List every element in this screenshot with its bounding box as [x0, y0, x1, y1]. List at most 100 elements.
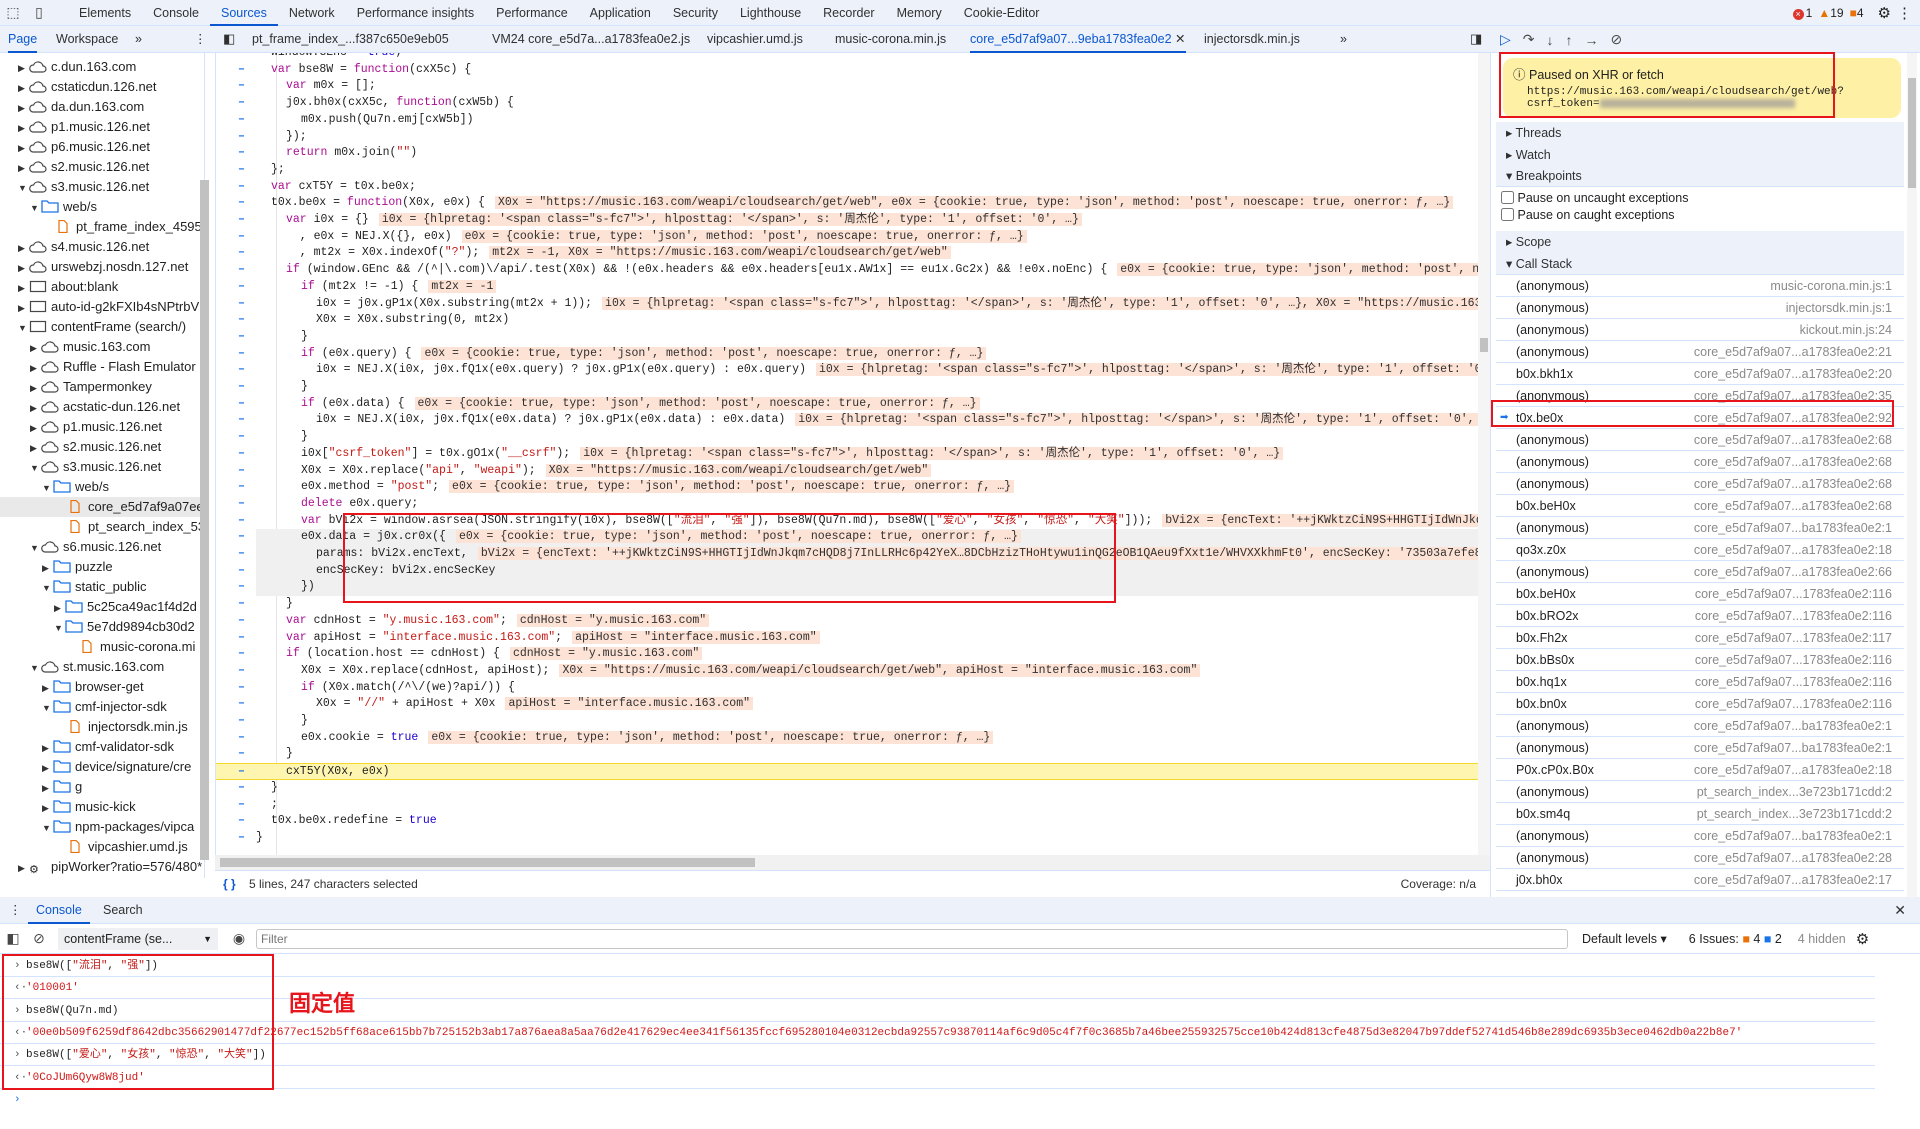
code-line[interactable]: – e0x.cookie = true e0x = {cookie: true, t… — [216, 730, 1479, 747]
tree-item[interactable]: ▶ Ruffle - Flash Emulator — [0, 357, 204, 377]
breakpoint-gutter-marker[interactable]: – — [238, 145, 245, 162]
breakpoint-gutter-marker[interactable]: – — [238, 813, 245, 830]
breakpoint-gutter-marker[interactable]: – — [238, 680, 245, 697]
collapsed-arrow-icon[interactable]: ▶ — [30, 358, 41, 377]
breakpoint-gutter-marker[interactable]: – — [238, 429, 245, 446]
call-frame-location[interactable]: core_e5d7af9a07...1783fea0e2:116 — [1695, 693, 1892, 715]
call-frame-location[interactable]: injectorsdk.min.js:1 — [1786, 297, 1892, 319]
collapsed-arrow-icon[interactable]: ▶ — [42, 558, 53, 577]
call-frame[interactable]: (anonymous) pt_search_index...3e723b171cd… — [1496, 781, 1904, 803]
call-frame[interactable]: (anonymous) injectorsdk.min.js:1 — [1496, 297, 1904, 319]
tree-item[interactable]: core_e5d7af9a07ee — [0, 497, 204, 517]
tree-item[interactable]: ▼ s3.music.126.net — [0, 457, 204, 477]
code-line[interactable]: – var m0x = []; — [216, 78, 1479, 95]
toggle-debugger-icon[interactable]: ◨ — [1470, 26, 1482, 53]
collapsed-arrow-icon[interactable]: ▶ — [18, 98, 29, 117]
code-editor[interactable]: – window.GEnc = true; – var bse8W = functio… — [215, 53, 1490, 855]
call-frame[interactable]: ➡ t0x.be0x core_e5d7af9a07...a1783fea0e2:9… — [1496, 407, 1904, 429]
console-filter-input[interactable] — [256, 928, 1568, 949]
code-line[interactable]: – params: bVi2x.encText, bVi2x = {encText:… — [216, 546, 1479, 563]
panel-tab-console[interactable]: Console — [142, 0, 210, 26]
tree-item[interactable]: ▶ g — [0, 777, 204, 797]
breakpoint-gutter-marker[interactable]: – — [238, 730, 245, 747]
call-frame-location[interactable]: kickout.min.js:24 — [1800, 319, 1892, 341]
tree-item[interactable]: ▶ s2.music.126.net — [0, 157, 204, 177]
breakpoint-gutter-marker[interactable]: – — [238, 529, 245, 546]
step-icon[interactable]: → — [1585, 32, 1599, 48]
call-frame-location[interactable]: core_e5d7af9a07...a1783fea0e2:68 — [1694, 451, 1892, 473]
expanded-arrow-icon[interactable]: ▼ — [42, 478, 53, 497]
panel-tab-memory[interactable]: Memory — [886, 0, 953, 26]
tree-item[interactable]: ▶ music-kick — [0, 797, 204, 817]
code-line[interactable]: –} — [216, 379, 1479, 396]
code-line[interactable]: – X0x = X0x.replace("api", "weapi"); X0x =… — [216, 463, 1479, 480]
breakpoint-gutter-marker[interactable]: – — [238, 162, 245, 179]
breakpoint-gutter-marker[interactable]: – — [238, 663, 245, 680]
breakpoint-gutter-marker[interactable]: – — [238, 95, 245, 112]
editor-tab[interactable]: pt_frame_index_...f387c650e9eb05 — [252, 26, 449, 53]
tree-item[interactable]: ▼ static_public — [0, 577, 204, 597]
expanded-arrow-icon[interactable]: ▼ — [18, 318, 29, 337]
code-line[interactable]: – return m0x.join("") — [216, 145, 1479, 162]
code-line[interactable]: – , e0x = NEJ.X({}, e0x) e0x = {cookie: t… — [216, 229, 1479, 246]
resume-icon[interactable]: ▷ — [1500, 31, 1511, 48]
toggle-navigator-icon[interactable]: ◧ — [223, 26, 235, 53]
panel-tab-sources[interactable]: Sources — [209, 0, 278, 26]
expanded-arrow-icon[interactable]: ▼ — [42, 818, 53, 837]
breakpoint-gutter-marker[interactable]: – — [238, 513, 245, 530]
code-line[interactable]: – t0x.be0x.redefine = true — [216, 813, 1479, 830]
editor-horizontal-scrollbar[interactable] — [215, 855, 1490, 870]
console-settings-icon[interactable]: ⚙ — [1856, 930, 1869, 948]
call-frame[interactable]: b0x.beH0x core_e5d7af9a07...1783fea0e2:11… — [1496, 583, 1904, 605]
code-line[interactable]: –} — [216, 596, 1479, 613]
code-line[interactable]: – if (X0x.match(/^\/(we)?api/)) { — [216, 680, 1479, 697]
expanded-arrow-icon[interactable]: ▼ — [30, 458, 41, 477]
code-line[interactable]: – e0x.method = "post"; e0x = {cookie: true… — [216, 479, 1479, 496]
call-frame-location[interactable]: core_e5d7af9a07...a1783fea0e2:92 — [1694, 407, 1892, 429]
editor-tab[interactable]: core_e5d7af9a07...9eba1783fea0e2 ✕ — [970, 26, 1186, 53]
live-expression-eye-icon[interactable]: ◉ — [226, 930, 252, 947]
breakpoint-gutter-marker[interactable]: – — [238, 129, 245, 146]
tree-item[interactable]: ▶ s2.music.126.net — [0, 437, 204, 457]
call-frame[interactable]: (anonymous) core_e5d7af9a07...a1783fea0e2… — [1496, 385, 1904, 407]
tree-item[interactable]: music-corona.mi — [0, 637, 204, 657]
call-frame-location[interactable]: core_e5d7af9a07...a1783fea0e2:66 — [1694, 561, 1892, 583]
call-frame[interactable]: b0x.bn0x core_e5d7af9a07...1783fea0e2:116 — [1496, 693, 1904, 715]
collapsed-arrow-icon[interactable]: ▶ — [18, 78, 29, 97]
code-line[interactable]: – var bse8W = function(cxX5c) { — [216, 62, 1479, 79]
call-frame-location[interactable]: core_e5d7af9a07...a1783fea0e2:68 — [1694, 429, 1892, 451]
breakpoint-gutter-marker[interactable]: – — [238, 62, 245, 79]
panel-tab-security[interactable]: Security — [662, 0, 729, 26]
breakpoint-gutter-marker[interactable]: – — [238, 780, 245, 797]
code-line[interactable]: –} — [216, 713, 1479, 730]
breakpoint-gutter-marker[interactable]: – — [238, 229, 245, 246]
panel-tab-cookie-editor[interactable]: Cookie-Editor — [953, 0, 1051, 26]
code-line[interactable]: – var apiHost = "interface.music.163.com"… — [216, 630, 1479, 647]
call-frame-location[interactable]: core_e5d7af9a07...ba1783fea0e2:1 — [1694, 737, 1892, 759]
call-frame-location[interactable]: core_e5d7af9a07...a1783fea0e2:28 — [1694, 847, 1892, 869]
code-line[interactable]: – e0x.data = j0x.cr0x({e0x = {cookie: tru… — [216, 529, 1479, 546]
breakpoint-gutter-marker[interactable]: – — [238, 646, 245, 663]
breakpoint-gutter-marker[interactable]: – — [238, 412, 245, 429]
call-frame-location[interactable]: pt_search_index...3e723b171cdd:2 — [1697, 781, 1892, 803]
call-frame[interactable]: (anonymous) core_e5d7af9a07...ba1783fea0e… — [1496, 737, 1904, 759]
code-line[interactable]: – var i0x = {} i0x = {hlpretag: '<span cla… — [216, 212, 1479, 229]
code-line[interactable]: – var cdnHost = "y.music.163.com"; cdnHost… — [216, 613, 1479, 630]
code-line[interactable]: –}; — [216, 162, 1479, 179]
breakpoint-gutter-marker[interactable]: – — [238, 53, 245, 62]
collapsed-arrow-icon[interactable]: ▶ — [30, 398, 41, 417]
tree-item[interactable]: ▼ s3.music.126.net — [0, 177, 204, 197]
panel-tab-elements[interactable]: Elements — [68, 0, 142, 26]
panel-tab-network[interactable]: Network — [278, 0, 346, 26]
breakpoint-gutter-marker[interactable]: – — [238, 78, 245, 95]
call-frame-location[interactable]: core_e5d7af9a07...1783fea0e2:116 — [1695, 583, 1892, 605]
breakpoint-gutter-marker[interactable]: – — [238, 579, 245, 596]
call-frame[interactable]: (anonymous) music-corona.min.js:1 — [1496, 275, 1904, 297]
tree-item[interactable]: ▶ p6.music.126.net — [0, 137, 204, 157]
close-tab-icon[interactable]: ✕ — [1172, 32, 1185, 46]
gear-icon[interactable]: ⚙ — [1878, 4, 1891, 22]
breakpoint-gutter-marker[interactable]: – — [238, 746, 245, 763]
breakpoint-gutter-marker[interactable]: – — [238, 496, 245, 513]
code-line[interactable]: – i0x = NEJ.X(i0x, j0x.fQ1x(e0x.query) ? … — [216, 362, 1479, 379]
pause-caught-checkbox[interactable] — [1501, 208, 1514, 221]
